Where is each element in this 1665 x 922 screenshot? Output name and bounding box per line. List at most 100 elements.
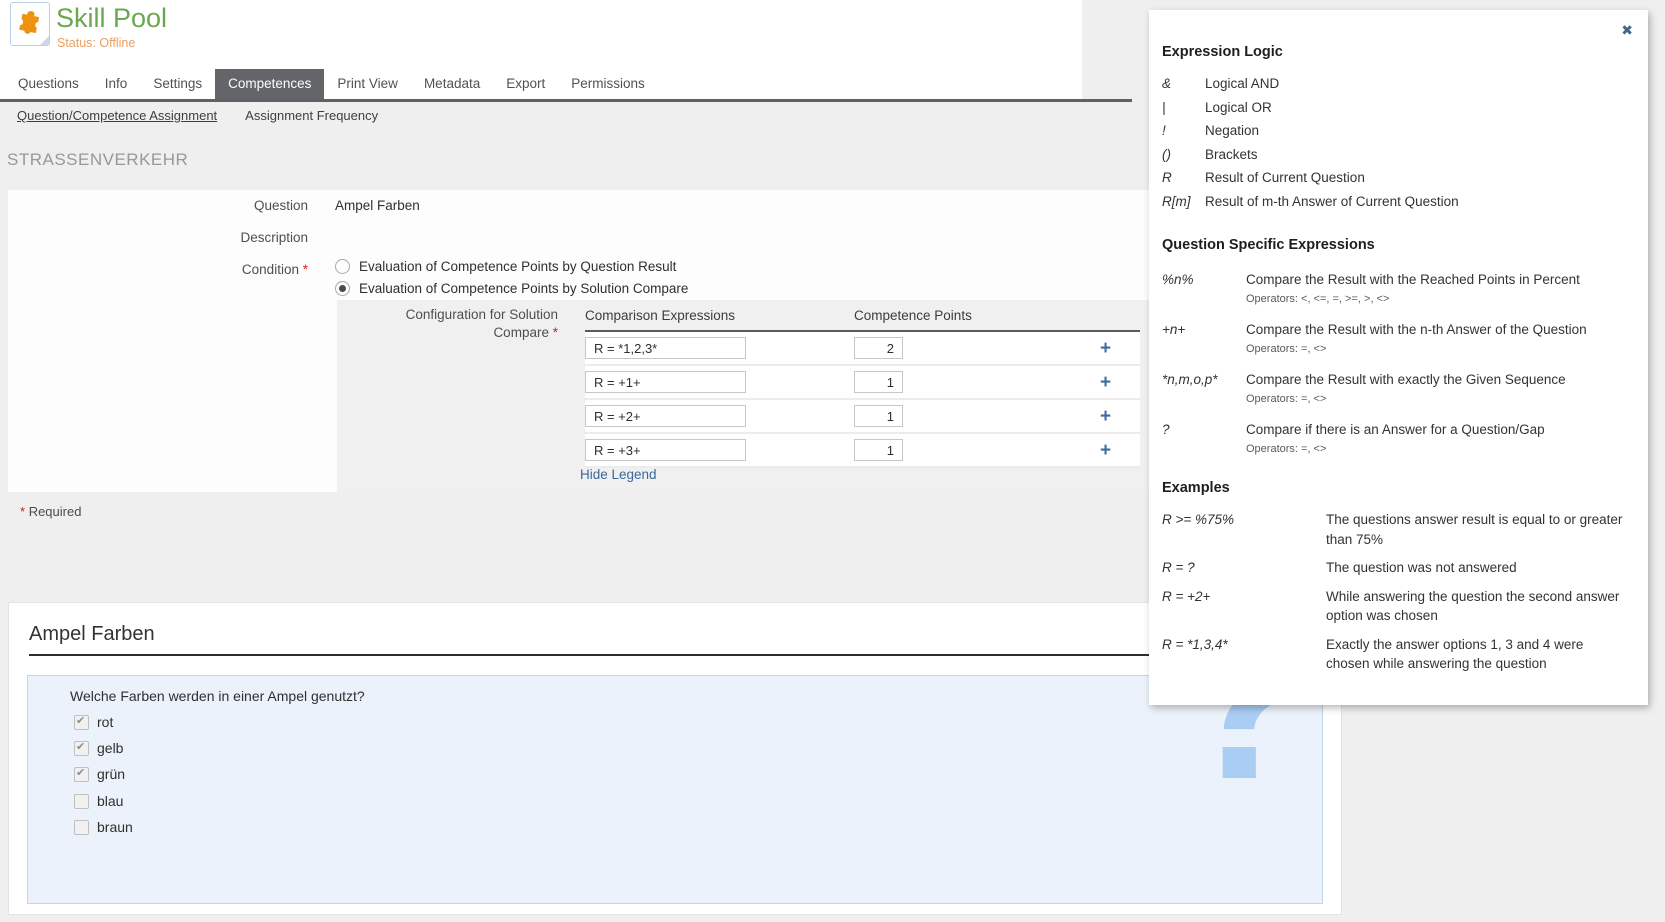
question-preview-card: Ampel Farben ? Welche Farben werden in e… [8,602,1342,915]
table-header: Comparison Expressions Competence Points [585,300,1140,332]
points-input[interactable] [854,371,903,393]
competence-form-panel: Question Ampel Farben Description Condit… [8,190,1342,492]
status-label: Status: [57,36,96,50]
answer-option-rot[interactable]: rot [74,714,113,730]
tab-metadata[interactable]: Metadata [411,69,493,99]
radio-label: Evaluation of Competence Points by Quest… [359,259,676,274]
preview-title: Ampel Farben [29,623,155,646]
legend-item: R >= %75%The questions answer result is … [1162,510,1626,549]
question-value: Ampel Farben [335,198,420,213]
tab-permissions[interactable]: Permissions [558,69,658,99]
required-note: * Required [20,504,81,519]
table-row: + [585,332,1140,366]
page-title: Skill Pool [56,3,167,34]
expression-legend-panel: ✖ Expression Logic &Logical AND |Logical… [1149,10,1648,705]
checkbox[interactable] [74,741,89,756]
examples-list: R >= %75%The questions answer result is … [1162,510,1626,674]
fold-corner [39,35,50,46]
section-title: STRASSENVERKEHR [7,150,188,170]
legend-section-title: Expression Logic [1162,44,1626,60]
option-label: blau [97,793,123,809]
tab-print-view[interactable]: Print View [324,69,411,99]
required-asterisk: * [553,325,558,340]
expression-input[interactable] [585,405,746,427]
title-rule [29,654,1323,656]
option-label: grün [97,766,125,782]
question-text: Welche Farben werden in einer Ampel genu… [70,688,365,704]
legend-item: %n% Compare the Result with the Reached … [1162,271,1626,306]
legend-item: +n+ Compare the Result with the n-th Ans… [1162,321,1626,356]
legend-item: &Logical AND [1162,72,1626,96]
legend-section-title: Question Specific Expressions [1162,237,1626,253]
radio-button[interactable] [335,281,350,296]
condition-option-question-result[interactable]: Evaluation of Competence Points by Quest… [335,259,676,274]
legend-item: R[m]Result of m-th Answer of Current Que… [1162,190,1626,214]
add-row-icon[interactable]: + [1071,407,1140,426]
tab-underline [0,99,1132,102]
required-asterisk: * [303,262,308,277]
add-row-icon[interactable]: + [1071,441,1140,460]
answer-option-gruen[interactable]: grün [74,766,125,782]
add-row-icon[interactable]: + [1071,373,1140,392]
subnav-question-competence-assignment[interactable]: Question/Competence Assignment [17,108,217,123]
question-specific-list: %n% Compare the Result with the Reached … [1162,271,1626,456]
comparison-table: Comparison Expressions Competence Points… [585,300,1140,468]
legend-item: !Negation [1162,119,1626,143]
checkbox[interactable] [74,767,89,782]
checkbox[interactable] [74,794,89,809]
legend-section-title: Examples [1162,480,1626,496]
legend-item: ? Compare if there is an Answer for a Qu… [1162,421,1626,456]
column-header-expressions: Comparison Expressions [585,308,854,323]
points-input[interactable] [854,439,903,461]
legend-item: |Logical OR [1162,96,1626,120]
expression-input[interactable] [585,337,746,359]
radio-button[interactable] [335,259,350,274]
option-label: braun [97,819,133,835]
tab-export[interactable]: Export [493,69,558,99]
option-label: rot [97,714,113,730]
status-text: Status: Offline [57,36,135,50]
required-asterisk: * [20,504,25,519]
radio-label: Evaluation of Competence Points by Solut… [359,281,688,296]
points-input[interactable] [854,405,903,427]
table-row: + [585,434,1140,468]
checkbox[interactable] [74,820,89,835]
tab-competences[interactable]: Competences [215,69,324,99]
points-input[interactable] [854,337,903,359]
legend-item: RResult of Current Question [1162,166,1626,190]
legend-item: R = *1,3,4*Exactly the answer options 1,… [1162,635,1626,674]
answer-option-gelb[interactable]: gelb [74,740,123,756]
puzzle-icon [15,8,45,38]
tab-info[interactable]: Info [92,69,141,99]
close-icon[interactable]: ✖ [1621,22,1633,39]
legend-item: ()Brackets [1162,143,1626,167]
status-value: Offline [99,36,135,50]
tab-bar: Questions Info Settings Competences Prin… [5,69,658,99]
question-box: ? Welche Farben werden in einer Ampel ge… [27,675,1323,904]
answer-option-braun[interactable]: braun [74,819,133,835]
legend-item: *n,m,o,p* Compare the Result with exactl… [1162,371,1626,406]
table-row: + [585,366,1140,400]
add-row-icon[interactable]: + [1071,339,1140,358]
condition-option-solution-compare[interactable]: Evaluation of Competence Points by Solut… [335,281,688,296]
tab-settings[interactable]: Settings [140,69,215,99]
expression-input[interactable] [585,371,746,393]
expression-input[interactable] [585,439,746,461]
condition-label: Condition * [8,262,308,277]
checkbox[interactable] [74,715,89,730]
table-row: + [585,400,1140,434]
column-header-points: Competence Points [854,308,1071,323]
skill-pool-icon [10,2,50,46]
option-label: gelb [97,740,123,756]
sub-navigation: Question/Competence Assignment Assignmen… [17,108,378,123]
hide-legend-link[interactable]: Hide Legend [580,467,657,482]
expression-logic-list: &Logical AND |Logical OR !Negation ()Bra… [1162,72,1626,213]
config-label: Configuration for Solution Compare * [337,306,558,342]
legend-item: R = ?The question was not answered [1162,558,1626,578]
answer-option-blau[interactable]: blau [74,793,123,809]
question-label: Question [8,198,308,213]
description-label: Description [8,230,308,245]
tab-questions[interactable]: Questions [5,69,92,99]
subnav-assignment-frequency[interactable]: Assignment Frequency [245,108,378,123]
legend-item: R = +2+While answering the question the … [1162,587,1626,626]
